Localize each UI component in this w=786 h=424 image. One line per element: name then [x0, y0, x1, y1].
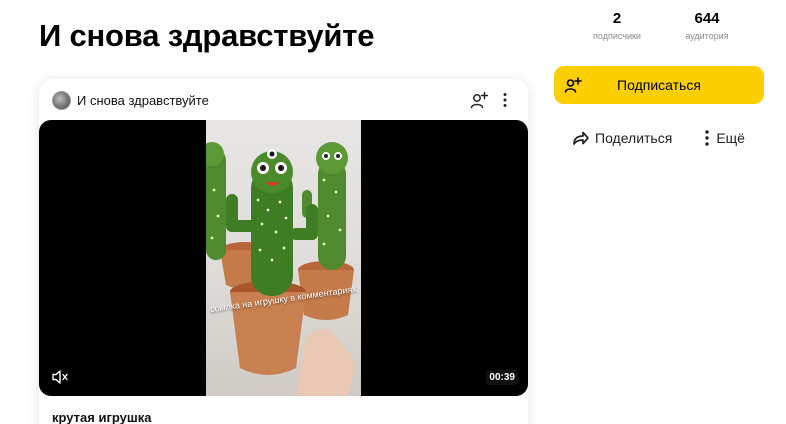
post-card-header: И снова здравствуйте [39, 79, 528, 120]
post-title[interactable]: крутая игрушка [52, 410, 151, 424]
more-vertical-icon [705, 130, 710, 146]
more-button[interactable]: Ещё [702, 128, 745, 148]
avatar[interactable] [52, 91, 71, 110]
more-button-label: Ещё [716, 130, 745, 146]
channel-stats: 2 подписчики 644 аудитория [585, 10, 739, 41]
video-player[interactable]: ссылка на игрушку в комментариях 00:39 [39, 120, 528, 396]
video-duration: 00:39 [486, 370, 518, 385]
add-user-icon[interactable] [470, 91, 488, 109]
video-frame: ссылка на игрушку в комментариях [206, 120, 361, 396]
subscribers-stat: 2 подписчики [585, 10, 649, 41]
share-button-label: Поделиться [595, 130, 673, 146]
subscribers-label: подписчики [593, 31, 641, 41]
subscribers-count: 2 [612, 10, 622, 27]
subscribe-button-label: Подписаться [617, 77, 701, 93]
audience-label: аудитория [685, 31, 729, 41]
share-button[interactable]: Поделиться [570, 128, 672, 148]
cactus-toy-image [206, 142, 354, 396]
subscribe-button[interactable]: Подписаться [554, 66, 764, 104]
share-icon [573, 131, 589, 145]
action-row: Поделиться Ещё [570, 128, 745, 148]
mute-icon[interactable] [51, 369, 69, 385]
add-user-icon [564, 77, 582, 93]
channel-name[interactable]: И снова здравствуйте [77, 93, 209, 108]
post-card: И снова здравствуйте ссылка на игрушку в… [39, 79, 528, 424]
kebab-icon[interactable] [500, 91, 510, 109]
audience-count: 644 [694, 10, 720, 27]
audience-stat: 644 аудитория [675, 10, 739, 41]
page-title: И снова здравствуйте [39, 18, 375, 53]
